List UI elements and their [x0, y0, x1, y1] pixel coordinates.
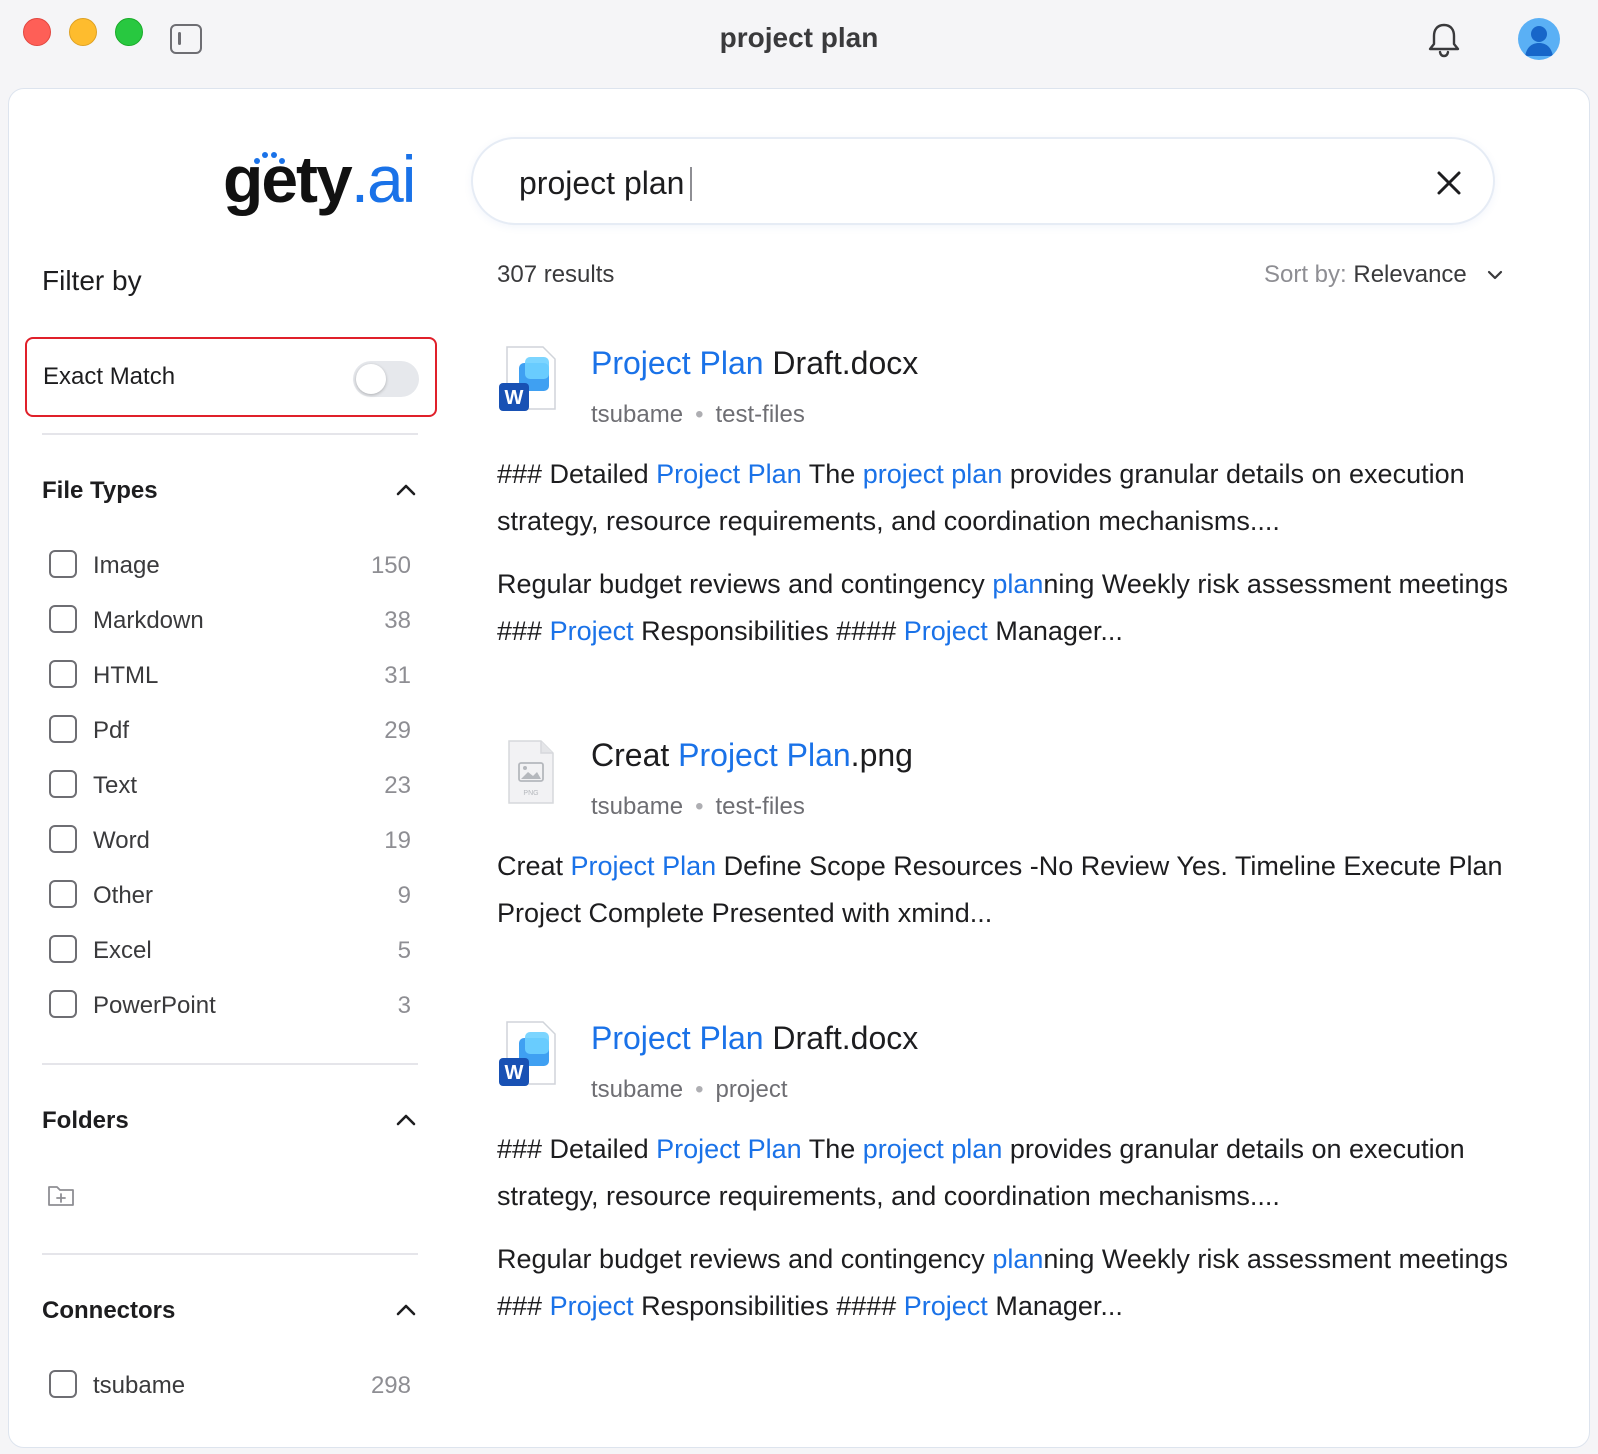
- svg-text:W: W: [505, 1062, 524, 1084]
- file-types-collapse-chevron-up-icon[interactable]: [395, 479, 417, 501]
- exact-match-row: Exact Match: [25, 337, 437, 417]
- folders-title: Folders: [42, 1107, 129, 1134]
- file-type-powerpoint[interactable]: PowerPoint 3: [49, 987, 411, 1023]
- divider: [42, 1253, 418, 1255]
- file-type-excel[interactable]: Excel 5: [49, 932, 411, 968]
- connectors-title: Connectors: [42, 1297, 176, 1324]
- results-count: 307 results: [497, 261, 615, 288]
- file-type-word[interactable]: Word 19: [49, 822, 411, 858]
- add-folder-icon[interactable]: [47, 1183, 75, 1207]
- user-icon: [1525, 26, 1553, 56]
- file-type-checkbox[interactable]: [49, 550, 77, 578]
- sort-dropdown[interactable]: Sort by: Relevance: [1264, 261, 1467, 289]
- word-file-icon: W: [499, 346, 556, 411]
- text-caret: [690, 167, 692, 201]
- file-type-pdf[interactable]: Pdf 29: [49, 712, 411, 748]
- filter-title: Filter by: [42, 265, 142, 296]
- result-snippet: Creat Project Plan Define Scope Resource…: [497, 851, 1503, 928]
- divider: [42, 433, 418, 435]
- logo-spark-icon: [254, 152, 285, 164]
- file-type-checkbox[interactable]: [49, 715, 77, 743]
- file-type-checkbox[interactable]: [49, 605, 77, 633]
- file-type-image[interactable]: Image 150: [49, 547, 411, 583]
- file-type-checkbox[interactable]: [49, 770, 77, 798]
- connectors-collapse-chevron-up-icon[interactable]: [395, 1299, 417, 1321]
- result-meta: tsubame • test-files: [591, 401, 805, 428]
- word-file-icon: W: [499, 1021, 556, 1086]
- file-type-checkbox[interactable]: [49, 990, 77, 1018]
- bell-icon[interactable]: [1424, 20, 1464, 60]
- png-file-icon: PNG: [508, 740, 554, 804]
- sort-chevron-down-icon[interactable]: [1485, 265, 1505, 285]
- search-input[interactable]: [519, 161, 1399, 205]
- search-result[interactable]: W Project Plan Draft.docx tsubame • projec…: [497, 1020, 1537, 1340]
- file-type-text[interactable]: Text 23: [49, 767, 411, 803]
- search-bar: [471, 137, 1495, 225]
- result-snippet: ### Detailed Project Plan The project pl…: [497, 1134, 1465, 1211]
- file-type-checkbox[interactable]: [49, 880, 77, 908]
- exact-match-toggle[interactable]: [353, 361, 419, 397]
- svg-text:PNG: PNG: [523, 790, 538, 797]
- main-panel: gety.ai Filter by Exact Match File Types…: [8, 88, 1590, 1448]
- search-result[interactable]: W Project Plan Draft.docx tsubame • test-f…: [497, 345, 1537, 665]
- result-title[interactable]: Project Plan Draft.docx: [591, 345, 918, 382]
- result-meta: tsubame • project: [591, 1076, 788, 1103]
- result-snippet: Regular budget reviews and contingency p…: [497, 569, 1509, 646]
- file-types-title: File Types: [42, 477, 158, 504]
- result-meta: tsubame • test-files: [591, 793, 805, 820]
- file-type-html[interactable]: HTML 31: [49, 657, 411, 693]
- connector-tsubame[interactable]: tsubame 298: [49, 1367, 411, 1403]
- file-type-markdown[interactable]: Markdown 38: [49, 602, 411, 638]
- connector-checkbox[interactable]: [49, 1370, 77, 1398]
- title-bar: project plan: [0, 0, 1598, 88]
- file-type-other[interactable]: Other 9: [49, 877, 411, 913]
- window-title: project plan: [719, 22, 879, 53]
- result-snippet: Regular budget reviews and contingency p…: [497, 1244, 1509, 1321]
- avatar[interactable]: [1518, 18, 1560, 60]
- file-type-checkbox[interactable]: [49, 660, 77, 688]
- svg-text:W: W: [505, 387, 524, 409]
- search-result[interactable]: PNG Creat Project Plan.png tsubame • test-…: [497, 737, 1537, 947]
- result-snippet: ### Detailed Project Plan The project pl…: [497, 459, 1465, 536]
- toggle-knob: [356, 364, 386, 394]
- result-title[interactable]: Project Plan Draft.docx: [591, 1020, 918, 1057]
- result-title[interactable]: Creat Project Plan.png: [591, 737, 913, 774]
- clear-search-close-icon[interactable]: [1435, 169, 1463, 197]
- file-type-checkbox[interactable]: [49, 935, 77, 963]
- folders-collapse-chevron-up-icon[interactable]: [395, 1109, 417, 1131]
- exact-match-label: Exact Match: [43, 363, 176, 390]
- file-type-checkbox[interactable]: [49, 825, 77, 853]
- divider: [42, 1063, 418, 1065]
